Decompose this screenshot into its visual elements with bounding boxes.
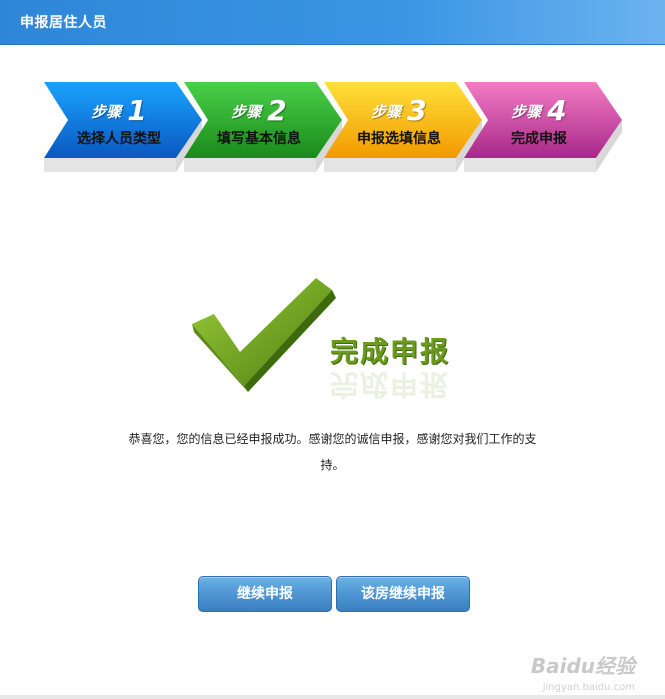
step-4-title: 步骤 4 [511, 94, 567, 127]
step-1-label: 选择人员类型 [77, 131, 161, 147]
complete-title: 完成申报 [330, 335, 451, 368]
success-graphic: 完成申报 完成申报 [190, 270, 480, 410]
step-progress: 步骤 1 选择人员类型 步骤 2 填写基本信息 步骤 3 申报选填信息 步骤 4… [44, 82, 629, 177]
step-3: 步骤 3 申报选填信息 [324, 82, 482, 177]
step-3-title: 步骤 3 [371, 94, 427, 127]
step-1: 步骤 1 选择人员类型 [44, 82, 202, 177]
page: 申报居住人员 步骤 1 选择人员类型 步骤 2 填写基本信息 步骤 3 申报选填… [0, 0, 665, 699]
step-2-label: 填写基本信息 [217, 131, 301, 147]
step-2-title: 步骤 2 [231, 94, 287, 127]
step-4: 步骤 4 完成申报 [464, 82, 622, 177]
step-2: 步骤 2 填写基本信息 [184, 82, 342, 177]
page-title: 申报居住人员 [20, 15, 107, 31]
header-bar: 申报居住人员 [0, 0, 665, 45]
checkmark-icon [192, 278, 336, 392]
step-3-label: 申报选填信息 [357, 131, 441, 147]
complete-title-reflection: 完成申报 [330, 368, 451, 401]
step-4-label: 完成申报 [511, 131, 567, 147]
success-message: 恭喜您，您的信息已经申报成功。感谢您的诚信申报，感谢您对我们工作的支持。 [128, 432, 537, 472]
continue-report-button[interactable]: 继续申报 [198, 576, 332, 612]
watermark-url: jingyan.baidu.com [542, 682, 635, 693]
same-house-continue-button[interactable]: 该房继续申报 [336, 576, 470, 612]
watermark-logo: Baidu经验 [530, 654, 635, 678]
step-1-title: 步骤 1 [91, 94, 147, 127]
footer-divider [0, 695, 665, 699]
